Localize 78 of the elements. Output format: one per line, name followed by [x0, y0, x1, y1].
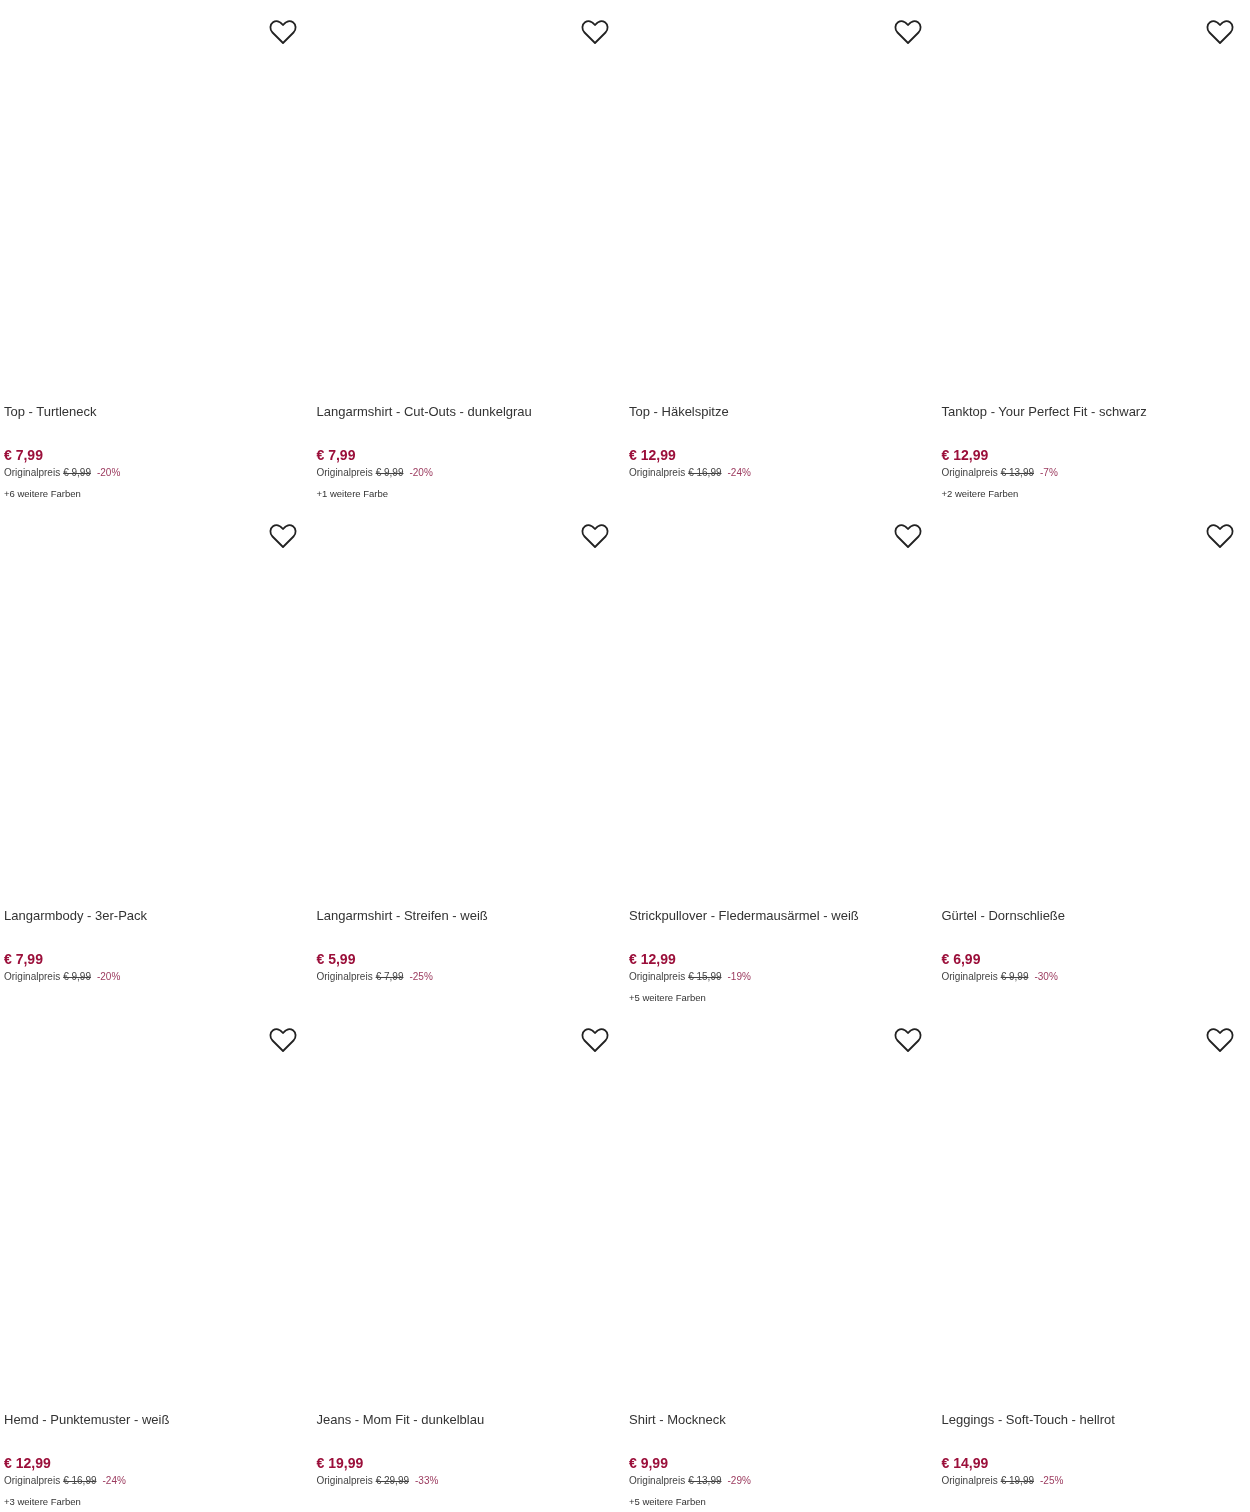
discount-text: -24% — [727, 466, 751, 480]
original-price: € 16,99 — [63, 1474, 97, 1488]
original-price-label: Originalpreis — [941, 1474, 998, 1488]
heart-icon[interactable] — [268, 19, 297, 45]
original-price-label: Originalpreis — [316, 970, 373, 984]
original-price-label: Originalpreis — [629, 1474, 686, 1488]
product-title[interactable]: Gürtel - Dornschließe — [941, 908, 1240, 924]
sale-price: € 5,99 — [316, 951, 356, 967]
original-price: € 19,99 — [1000, 1474, 1034, 1488]
more-colors-link[interactable]: +6 weitere Farben — [4, 487, 81, 501]
discount-text: -20% — [409, 466, 433, 480]
discount-text: -19% — [727, 970, 751, 984]
heart-icon[interactable] — [581, 1027, 609, 1053]
original-price: € 15,99 — [688, 970, 722, 984]
heart-icon[interactable] — [581, 19, 609, 45]
original-price: € 13,99 — [688, 1474, 722, 1488]
product-title[interactable]: Strickpullover - Fledermausärmel - weiß — [629, 908, 928, 924]
sale-price: € 19,99 — [316, 1455, 364, 1471]
discount-text: -24% — [102, 1474, 126, 1488]
original-price: € 9,99 — [375, 466, 404, 480]
more-colors-link[interactable]: +5 weitere Farben — [629, 1495, 706, 1509]
more-colors-link[interactable]: +3 weitere Farben — [4, 1495, 81, 1509]
discount-text: -25% — [409, 970, 433, 984]
product-title[interactable]: Top - Häkelspitze — [629, 404, 928, 420]
more-colors-link[interactable]: +2 weitere Farben — [941, 487, 1019, 501]
product-title[interactable]: Top - Turtleneck — [4, 404, 303, 420]
original-price: € 13,99 — [1000, 466, 1034, 480]
product-title[interactable]: Jeans - Mom Fit - dunkelblau — [316, 1412, 615, 1428]
discount-text: -7% — [1040, 466, 1058, 480]
product-title[interactable]: Shirt - Mockneck — [629, 1412, 928, 1428]
heart-icon[interactable] — [268, 1027, 297, 1053]
heart-icon[interactable] — [1206, 19, 1234, 45]
original-price: € 9,99 — [63, 970, 91, 984]
product-title[interactable]: Leggings - Soft-Touch - hellrot — [941, 1412, 1240, 1428]
original-price-label: Originalpreis — [4, 466, 61, 480]
sale-price: € 12,99 — [941, 447, 989, 463]
original-price-label: Originalpreis — [316, 1474, 373, 1488]
original-price-label: Originalpreis — [316, 466, 373, 480]
heart-icon[interactable] — [268, 523, 297, 549]
sale-price: € 7,99 — [4, 951, 43, 967]
discount-text: -20% — [96, 970, 121, 984]
sale-price: € 12,99 — [4, 1455, 51, 1471]
sale-price: € 9,99 — [629, 1455, 668, 1471]
product-title[interactable]: Langarmshirt - Streifen - weiß — [316, 908, 615, 924]
original-price: € 16,99 — [688, 466, 722, 480]
heart-icon[interactable] — [893, 523, 922, 549]
sale-price: € 12,99 — [629, 447, 676, 463]
sale-price: € 7,99 — [316, 447, 356, 463]
heart-icon[interactable] — [1206, 1027, 1234, 1053]
discount-text: -29% — [727, 1474, 751, 1488]
original-price: € 29,99 — [375, 1474, 409, 1488]
more-colors-link[interactable]: +5 weitere Farben — [629, 991, 706, 1005]
sale-price: € 6,99 — [941, 951, 981, 967]
original-price-label: Originalpreis — [629, 970, 686, 984]
discount-text: -20% — [96, 466, 121, 480]
more-colors-link[interactable]: +1 weitere Farbe — [316, 487, 389, 501]
discount-text: -25% — [1040, 1474, 1064, 1488]
original-price: € 9,99 — [63, 466, 91, 480]
sale-price: € 14,99 — [941, 1455, 989, 1471]
product-title[interactable]: Tanktop - Your Perfect Fit - schwarz — [941, 404, 1240, 420]
sale-price: € 7,99 — [4, 447, 43, 463]
product-title[interactable]: Hemd - Punktemuster - weiß — [4, 1412, 303, 1428]
original-price-label: Originalpreis — [4, 1474, 61, 1488]
original-price-label: Originalpreis — [941, 466, 998, 480]
sale-price: € 12,99 — [629, 951, 676, 967]
product-title[interactable]: Langarmbody - 3er-Pack — [4, 908, 303, 924]
original-price-label: Originalpreis — [629, 466, 686, 480]
heart-icon[interactable] — [893, 19, 922, 45]
original-price: € 7,99 — [375, 970, 404, 984]
original-price: € 9,99 — [1000, 970, 1029, 984]
product-title[interactable]: Langarmshirt - Cut-Outs - dunkelgrau — [316, 404, 615, 420]
original-price-label: Originalpreis — [4, 970, 61, 984]
heart-icon[interactable] — [1206, 523, 1234, 549]
heart-icon[interactable] — [893, 1027, 922, 1053]
heart-icon[interactable] — [581, 523, 609, 549]
original-price-label: Originalpreis — [941, 970, 998, 984]
discount-text: -33% — [415, 1474, 439, 1488]
discount-text: -30% — [1034, 970, 1058, 984]
